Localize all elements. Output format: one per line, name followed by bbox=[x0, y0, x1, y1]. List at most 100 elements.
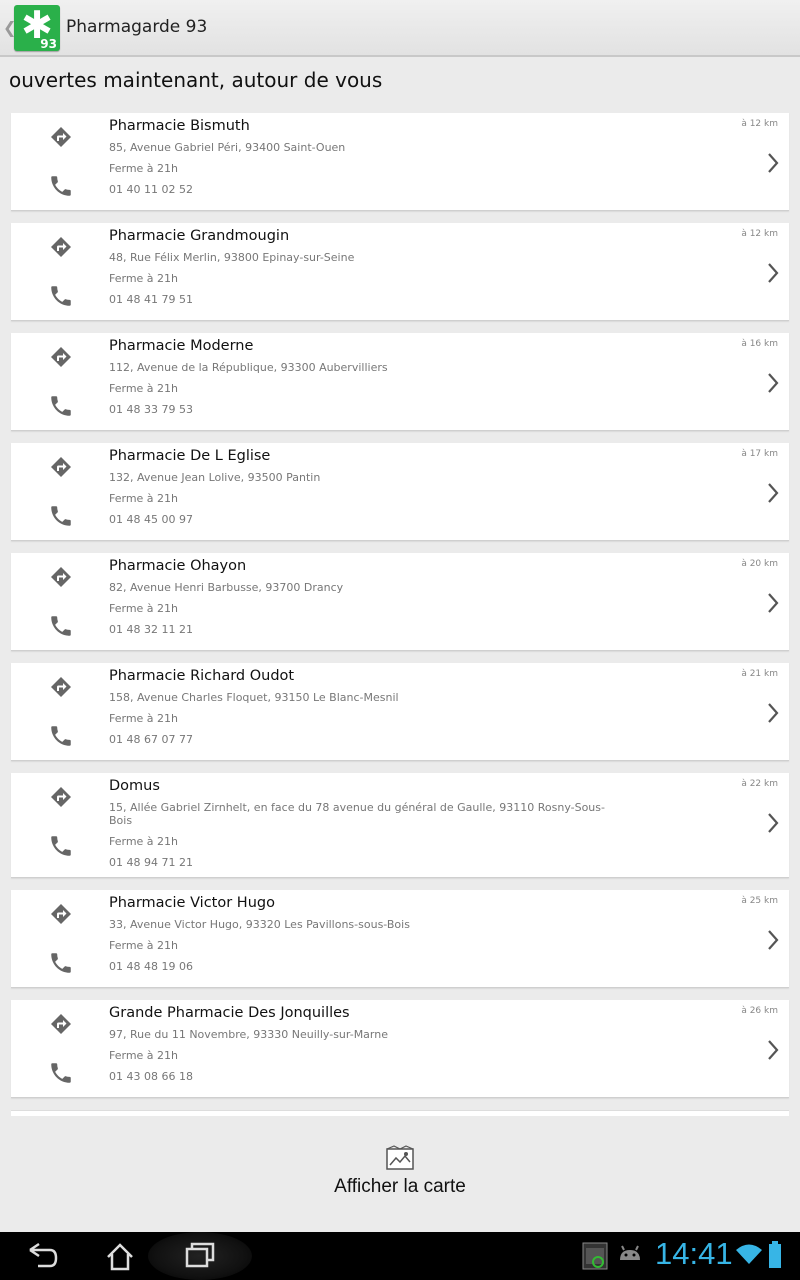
phone-icon[interactable] bbox=[48, 950, 74, 976]
card-body: Pharmacie Bismuth 85, Avenue Gabriel Pér… bbox=[11, 113, 611, 204]
pharmacy-hours: Ferme à 21h bbox=[109, 835, 179, 848]
back-icon[interactable] bbox=[10, 1232, 70, 1280]
pharmacy-distance: à 20 km bbox=[741, 559, 778, 569]
pharmacy-phone[interactable]: 01 48 48 19 06 bbox=[109, 960, 611, 973]
show-map-button[interactable]: Afficher la carte bbox=[300, 1140, 500, 1210]
chevron-right-icon[interactable] bbox=[765, 371, 781, 395]
directions-icon[interactable] bbox=[49, 902, 73, 926]
directions-icon[interactable] bbox=[49, 125, 73, 149]
phone-icon[interactable] bbox=[48, 173, 74, 199]
battery-icon bbox=[769, 1241, 781, 1268]
pharmacy-phone[interactable]: 01 48 67 07 77 bbox=[109, 733, 611, 746]
card-body: Pharmacie Grandmougin 48, Rue Félix Merl… bbox=[11, 223, 611, 314]
pharmacy-phone[interactable]: 01 48 41 79 51 bbox=[109, 293, 611, 306]
pharmacy-name: Pharmacie Ohayon bbox=[109, 558, 247, 574]
pharmacy-hours: Ferme à 21h bbox=[109, 939, 179, 952]
pharmacy-address: 158, Avenue Charles Floquet, 93150 Le Bl… bbox=[109, 691, 399, 704]
phone-icon[interactable] bbox=[48, 503, 74, 529]
app-logo-icon[interactable]: ✱ 93 bbox=[14, 3, 60, 51]
pharmacy-card[interactable]: Pharmacie Richard Oudot 158, Avenue Char… bbox=[11, 663, 789, 761]
pharmacy-address: 82, Avenue Henri Barbusse, 93700 Drancy bbox=[109, 581, 344, 594]
directions-icon[interactable] bbox=[49, 675, 73, 699]
pharmacy-hours: Ferme à 21h bbox=[109, 712, 179, 725]
map-icon bbox=[386, 1145, 414, 1170]
phone-icon[interactable] bbox=[48, 723, 74, 749]
pharmacy-card[interactable]: Pharmacie De L Eglise 132, Avenue Jean L… bbox=[11, 443, 789, 541]
pharmacy-name: Pharmacie De L Eglise bbox=[109, 448, 271, 464]
list-next-item-peek bbox=[11, 1110, 789, 1116]
system-nav-bar: 14:41 bbox=[0, 1232, 800, 1280]
pharmacy-name: Domus bbox=[109, 778, 160, 794]
pharmacy-phone[interactable]: 01 40 11 02 52 bbox=[109, 183, 611, 196]
pharmacy-hours: Ferme à 21h bbox=[109, 602, 179, 615]
pharmacy-name: Pharmacie Grandmougin bbox=[109, 228, 290, 244]
pharmacy-card[interactable]: Pharmacie Moderne 112, Avenue de la Répu… bbox=[11, 333, 789, 431]
chevron-right-icon[interactable] bbox=[765, 701, 781, 725]
show-map-label: Afficher la carte bbox=[334, 1176, 466, 1197]
section-heading: ouvertes maintenant, autour de vous bbox=[9, 68, 383, 92]
card-body: Pharmacie Moderne 112, Avenue de la Répu… bbox=[11, 333, 611, 424]
pharmacy-distance: à 17 km bbox=[741, 449, 778, 459]
pharmacy-phone[interactable]: 01 43 08 66 18 bbox=[109, 1070, 611, 1083]
pharmacy-name: Grande Pharmacie Des Jonquilles bbox=[109, 1005, 350, 1021]
pharmacy-phone[interactable]: 01 48 45 00 97 bbox=[109, 513, 611, 526]
action-bar: ❮ ✱ 93 Pharmagarde 93 bbox=[0, 0, 800, 57]
screenshot-notification-icon[interactable] bbox=[582, 1242, 608, 1270]
card-body: Pharmacie Victor Hugo 33, Avenue Victor … bbox=[11, 890, 611, 981]
card-body: Pharmacie Richard Oudot 158, Avenue Char… bbox=[11, 663, 611, 754]
pharmacy-address: 48, Rue Félix Merlin, 93800 Epinay-sur-S… bbox=[109, 251, 355, 264]
directions-icon[interactable] bbox=[49, 235, 73, 259]
pharmacy-distance: à 25 km bbox=[741, 896, 778, 906]
wifi-icon bbox=[736, 1244, 762, 1264]
phone-icon[interactable] bbox=[48, 833, 74, 859]
pharmacy-address: 15, Allée Gabriel Zirnhelt, en face du 7… bbox=[109, 801, 605, 827]
status-clock: 14:41 bbox=[655, 1236, 733, 1271]
pharmacy-phone[interactable]: 01 48 33 79 53 bbox=[109, 403, 611, 416]
directions-icon[interactable] bbox=[49, 1012, 73, 1036]
pharmacy-name: Pharmacie Moderne bbox=[109, 338, 254, 354]
directions-icon[interactable] bbox=[49, 345, 73, 369]
chevron-right-icon[interactable] bbox=[765, 811, 781, 835]
pharmacy-name: Pharmacie Richard Oudot bbox=[109, 668, 295, 684]
pharmacy-phone[interactable]: 01 48 94 71 21 bbox=[109, 856, 611, 869]
pharmacy-card[interactable]: Pharmacie Bismuth 85, Avenue Gabriel Pér… bbox=[11, 113, 789, 211]
card-body: Pharmacie De L Eglise 132, Avenue Jean L… bbox=[11, 443, 611, 534]
directions-icon[interactable] bbox=[49, 785, 73, 809]
home-icon[interactable] bbox=[90, 1232, 150, 1280]
pharmacy-card[interactable]: Pharmacie Victor Hugo 33, Avenue Victor … bbox=[11, 890, 789, 988]
phone-icon[interactable] bbox=[48, 393, 74, 419]
app-title: Pharmagarde 93 bbox=[66, 17, 208, 37]
pharmacy-distance: à 12 km bbox=[741, 119, 778, 129]
pharmacy-card[interactable]: Grande Pharmacie Des Jonquilles 97, Rue … bbox=[11, 1000, 789, 1098]
pharmacy-hours: Ferme à 21h bbox=[109, 162, 179, 175]
pharmacy-list: Pharmacie Bismuth 85, Avenue Gabriel Pér… bbox=[11, 113, 789, 1116]
phone-icon[interactable] bbox=[48, 1060, 74, 1086]
pharmacy-distance: à 12 km bbox=[741, 229, 778, 239]
chevron-right-icon[interactable] bbox=[765, 261, 781, 285]
chevron-right-icon[interactable] bbox=[765, 481, 781, 505]
pharmacy-distance: à 16 km bbox=[741, 339, 778, 349]
pharmacy-card[interactable]: Domus 15, Allée Gabriel Zirnhelt, en fac… bbox=[11, 773, 789, 878]
pharmacy-card[interactable]: Pharmacie Ohayon 82, Avenue Henri Barbus… bbox=[11, 553, 789, 651]
pharmacy-phone[interactable]: 01 48 32 11 21 bbox=[109, 623, 611, 636]
pharmacy-hours: Ferme à 21h bbox=[109, 492, 179, 505]
phone-icon[interactable] bbox=[48, 613, 74, 639]
pharmacy-card[interactable]: Pharmacie Grandmougin 48, Rue Félix Merl… bbox=[11, 223, 789, 321]
pharmacy-address: 112, Avenue de la République, 93300 Aube… bbox=[109, 361, 388, 374]
directions-icon[interactable] bbox=[49, 455, 73, 479]
pharmacy-address: 97, Rue du 11 Novembre, 93330 Neuilly-su… bbox=[109, 1028, 388, 1041]
recent-apps-icon[interactable] bbox=[170, 1232, 230, 1280]
phone-icon[interactable] bbox=[48, 283, 74, 309]
chevron-right-icon[interactable] bbox=[765, 151, 781, 175]
pharmacy-distance: à 21 km bbox=[741, 669, 778, 679]
directions-icon[interactable] bbox=[49, 565, 73, 589]
card-body: Pharmacie Ohayon 82, Avenue Henri Barbus… bbox=[11, 553, 611, 644]
pharmacy-name: Pharmacie Victor Hugo bbox=[109, 895, 275, 911]
card-body: Grande Pharmacie Des Jonquilles 97, Rue … bbox=[11, 1000, 611, 1091]
android-debug-icon[interactable] bbox=[617, 1242, 643, 1266]
pharmacy-distance: à 22 km bbox=[741, 779, 778, 789]
chevron-right-icon[interactable] bbox=[765, 928, 781, 952]
chevron-right-icon[interactable] bbox=[765, 1038, 781, 1062]
chevron-right-icon[interactable] bbox=[765, 591, 781, 615]
pharmacy-address: 85, Avenue Gabriel Péri, 93400 Saint-Oue… bbox=[109, 141, 346, 154]
